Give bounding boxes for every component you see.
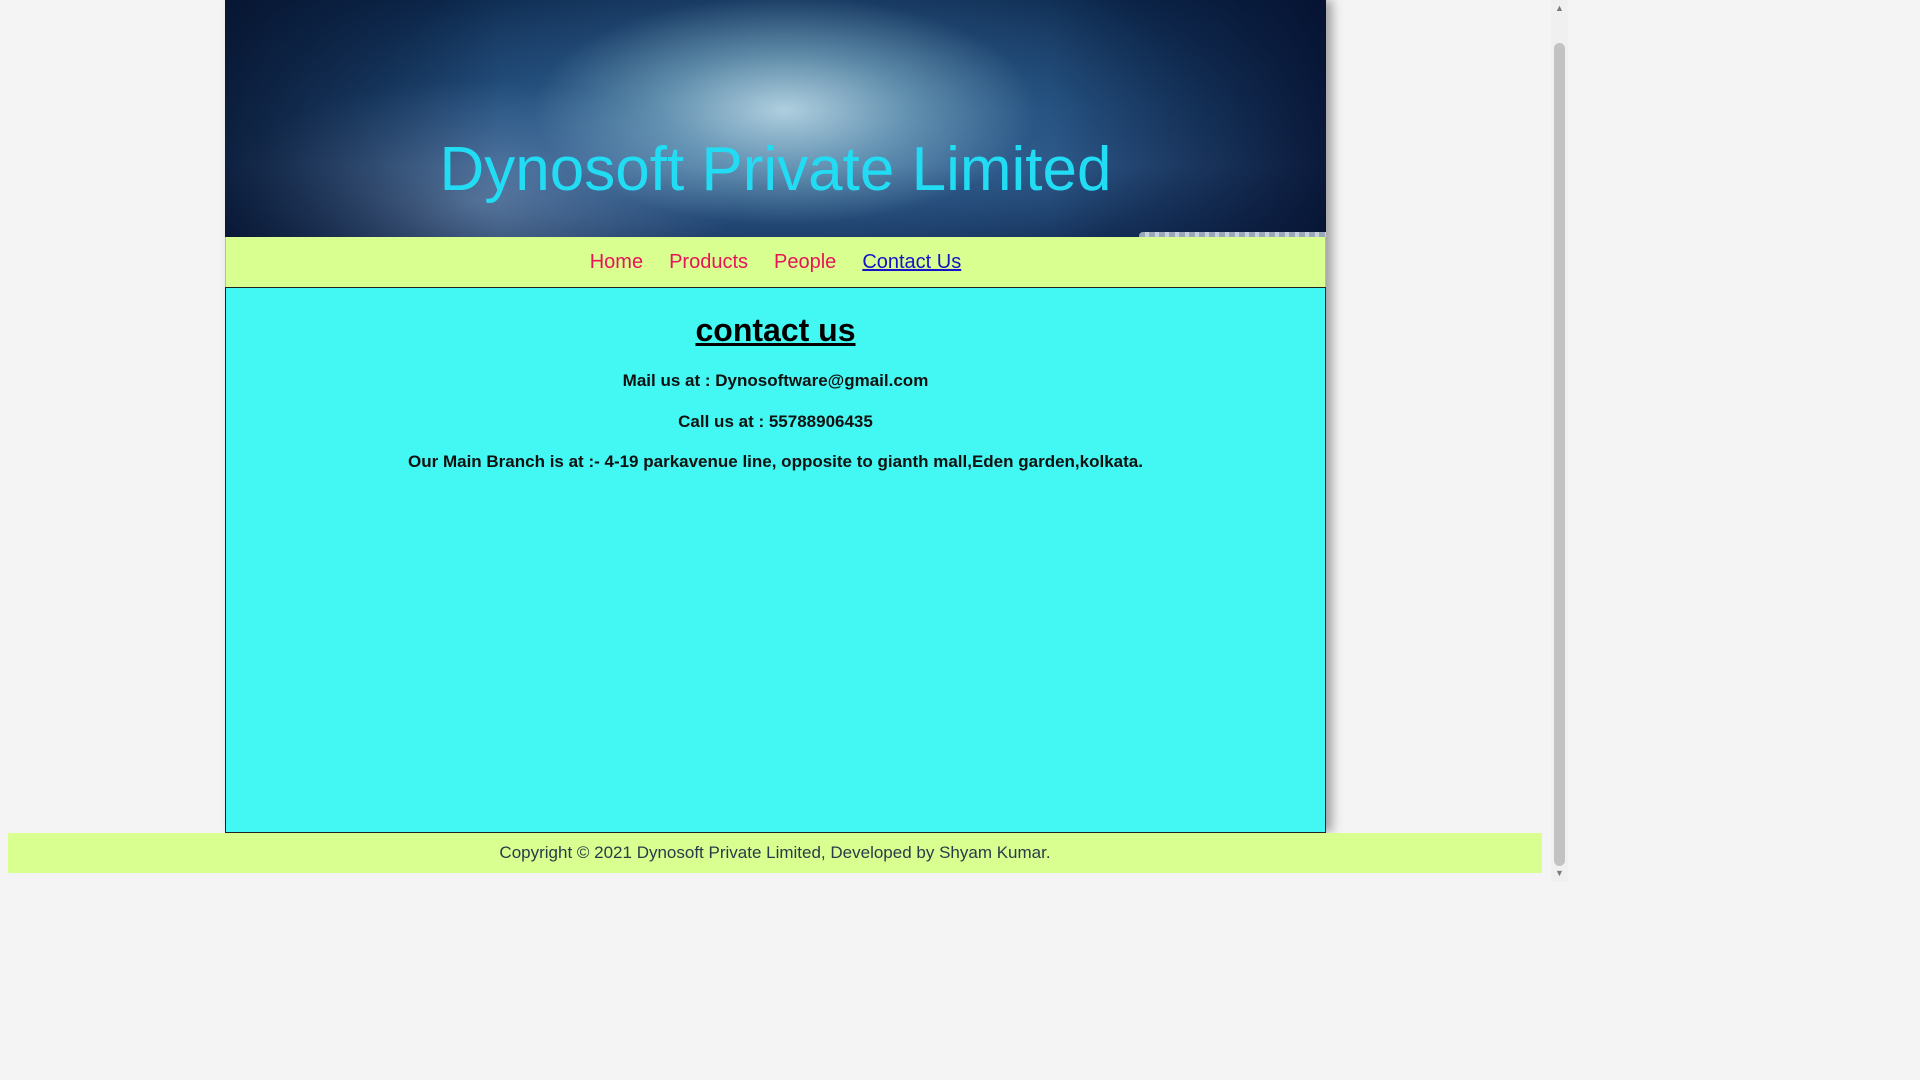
vertical-scrollbar[interactable]: ▲ ▼ [1551,0,1568,882]
header-decoration [1139,232,1326,237]
scrollbar-thumb[interactable] [1554,43,1565,866]
page-container: Dynosoft Private Limited Home Products P… [225,0,1326,833]
footer: Copyright © 2021 Dynosoft Private Limite… [8,833,1542,873]
nav-link-people[interactable]: People [774,251,836,274]
mail-info: Mail us at : Dynosoftware@gmail.com [622,371,929,390]
triangle-up-icon[interactable]: ▲ [1551,0,1568,17]
nav-link-home[interactable]: Home [590,251,643,274]
nav-link-contact-us[interactable]: Contact Us [862,251,961,274]
main-navigation: Home Products People Contact Us [225,237,1326,288]
triangle-down-icon[interactable]: ▼ [1551,865,1568,882]
header-banner: Dynosoft Private Limited [225,0,1326,237]
contact-content: contact us Mail us at : Dynosoftware@gma… [225,287,1326,833]
page-heading: contact us [695,312,856,348]
phone-info: Call us at : 55788906435 [678,412,873,431]
browser-viewport: Dynosoft Private Limited Home Products P… [0,0,1568,882]
site-title: Dynosoft Private Limited [439,135,1112,204]
nav-link-products[interactable]: Products [669,251,748,274]
branch-address: Our Main Branch is at :- 4-19 parkavenue… [408,452,1143,471]
copyright-text: Copyright © 2021 Dynosoft Private Limite… [499,843,1051,862]
